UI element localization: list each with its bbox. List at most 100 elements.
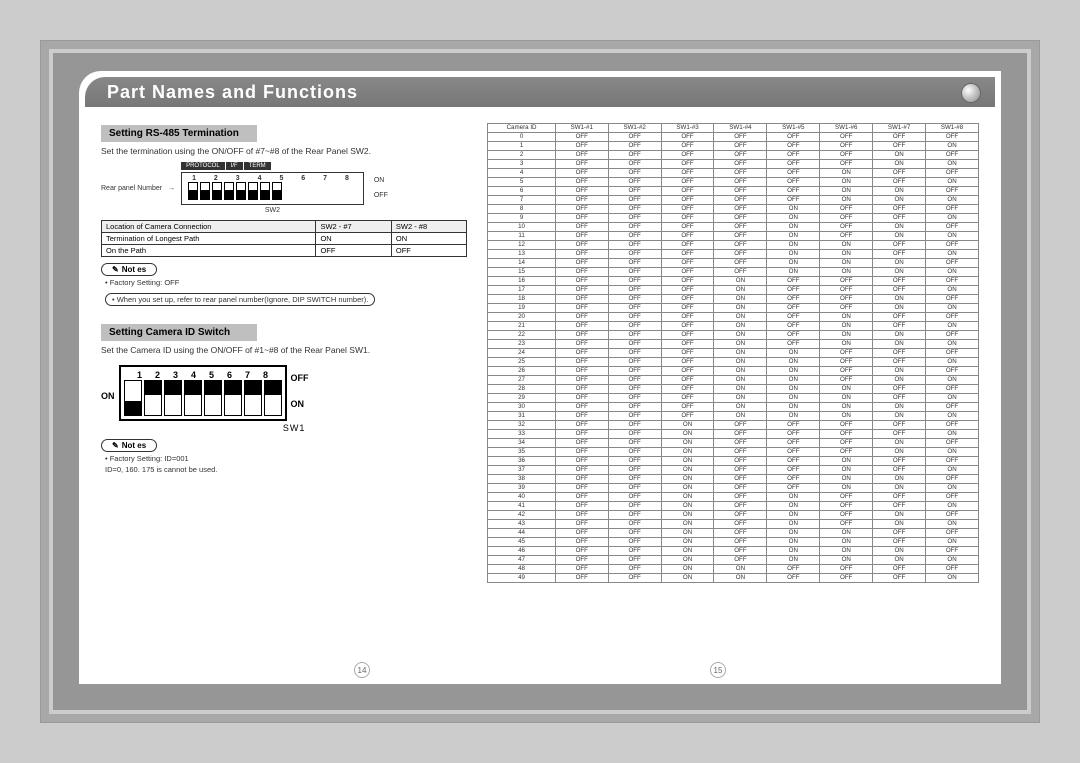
left-page: Setting RS-485 Termination Set the termi… <box>101 83 487 666</box>
dip-switch <box>204 380 222 416</box>
table-row: 30OFFOFFOFFONONONONOFF <box>488 403 979 412</box>
notes-label: Not es <box>101 263 157 276</box>
table-row: 40OFFOFFONOFFONOFFOFFOFF <box>488 493 979 502</box>
dip-switch <box>260 182 270 200</box>
on-label: ON <box>291 399 309 409</box>
table-row: 48OFFOFFONONOFFOFFOFFOFF <box>488 565 979 574</box>
on-label: ON <box>374 177 388 184</box>
sw1-onoff: OFF ON <box>291 373 309 409</box>
sw1-box: 12345678 <box>119 365 287 421</box>
on-label-left: ON <box>101 391 115 401</box>
table-row: 29OFFOFFOFFONONONOFFON <box>488 394 979 403</box>
dip-switch <box>200 182 210 200</box>
table-row: 27OFFOFFOFFONONOFFONON <box>488 376 979 385</box>
table-row: 21OFFOFFOFFONOFFONOFFON <box>488 322 979 331</box>
table-row: 32OFFOFFONOFFOFFOFFOFFOFF <box>488 421 979 430</box>
table-row: 49OFFOFFONONOFFOFFOFFON <box>488 574 979 583</box>
table-row: 13OFFOFFOFFOFFONONOFFON <box>488 250 979 259</box>
section-heading-camid: Setting Camera ID Switch <box>101 324 257 341</box>
camera-id-table: Camera IDSW1-#1SW1-#2SW1-#3SW1-#4SW1-#5S… <box>487 123 979 583</box>
table-row: 6OFFOFFOFFOFFOFFONONOFF <box>488 187 979 196</box>
sw2-switches <box>188 182 357 200</box>
table-row: 9OFFOFFOFFOFFONOFFOFFON <box>488 214 979 223</box>
dip-switch <box>144 380 162 416</box>
page-title: Part Names and Functions <box>85 77 995 107</box>
table-row: 39OFFOFFONOFFOFFONONON <box>488 484 979 493</box>
termination-table: Location of Camera Connection SW2 - #7 S… <box>101 220 467 257</box>
sw1-label: SW1 <box>121 423 467 433</box>
note-setup-hint: • When you set up, refer to rear panel n… <box>105 293 375 306</box>
dip-legend: PROTOCOL I/F TERM <box>181 162 364 170</box>
dip-switch <box>264 380 282 416</box>
table-row: On the PathOFFOFF <box>102 245 467 257</box>
dip-switch <box>188 182 198 200</box>
off-label: OFF <box>291 373 309 383</box>
table-row: 11OFFOFFOFFOFFONOFFONON <box>488 232 979 241</box>
table-row: 15OFFOFFOFFOFFONONONON <box>488 268 979 277</box>
note-factory-id: • Factory Setting: ID=001 <box>105 454 467 463</box>
table-row: 23OFFOFFOFFONOFFONONON <box>488 340 979 349</box>
table-row: 42OFFOFFONOFFONOFFONOFF <box>488 511 979 520</box>
page-num-right: 15 <box>710 662 726 678</box>
dip-switch <box>244 380 262 416</box>
dip-switch <box>212 182 222 200</box>
note-id-unusable: ID=0, 160. 175 is cannot be used. <box>105 465 467 474</box>
table-row: 2OFFOFFOFFOFFOFFOFFONOFF <box>488 151 979 160</box>
off-label: OFF <box>374 192 388 199</box>
table-row: 5OFFOFFOFFOFFOFFONOFFON <box>488 178 979 187</box>
table-row: Termination of Longest PathONON <box>102 233 467 245</box>
table-row: 47OFFOFFONOFFONONONON <box>488 556 979 565</box>
table-row: 20OFFOFFOFFONOFFONOFFOFF <box>488 313 979 322</box>
table-row: 18OFFOFFOFFONOFFOFFONOFF <box>488 295 979 304</box>
table-row: 24OFFOFFOFFONONOFFOFFOFF <box>488 349 979 358</box>
table-row: 44OFFOFFONOFFONONOFFOFF <box>488 529 979 538</box>
title-text: Part Names and Functions <box>107 82 358 103</box>
note-factory-off: • Factory Setting: OFF <box>105 278 467 287</box>
table-row: 3OFFOFFOFFOFFOFFOFFONON <box>488 160 979 169</box>
right-page: Camera IDSW1-#1SW1-#2SW1-#3SW1-#4SW1-#5S… <box>487 83 979 666</box>
legend-if: I/F <box>226 162 243 170</box>
arrow-icon: → <box>168 185 175 192</box>
sw2-label: SW2 <box>181 207 364 214</box>
table-row: 26OFFOFFOFFONONOFFONOFF <box>488 367 979 376</box>
table-row: 37OFFOFFONOFFOFFONOFFON <box>488 466 979 475</box>
sw1-numbers: 12345678 <box>132 370 274 380</box>
dip-switch <box>236 182 246 200</box>
sw1-switches <box>124 380 282 416</box>
table-row: 0OFFOFFOFFOFFOFFOFFOFFOFF <box>488 133 979 142</box>
dip-switch <box>248 182 258 200</box>
document-frame: Part Names and Functions Setting RS-485 … <box>40 40 1040 723</box>
table-row: 19OFFOFFOFFONOFFOFFONON <box>488 304 979 313</box>
page-numbers: 14 15 <box>79 662 1001 678</box>
table-row: 10OFFOFFOFFOFFONOFFONOFF <box>488 223 979 232</box>
sw2-numbers: 1 2 3 4 5 6 7 8 <box>188 175 357 182</box>
sw2-box: 1 2 3 4 5 6 7 8 <box>181 172 364 205</box>
th-sw2-8: SW2 - #8 <box>391 221 466 233</box>
table-row: 45OFFOFFONOFFONONOFFON <box>488 538 979 547</box>
table-row: 28OFFOFFOFFONONONOFFOFF <box>488 385 979 394</box>
table-row: 41OFFOFFONOFFONOFFOFFON <box>488 502 979 511</box>
dip-switch <box>124 380 142 416</box>
table-row: 31OFFOFFOFFONONONONON <box>488 412 979 421</box>
inner-frame: Part Names and Functions Setting RS-485 … <box>53 53 1027 710</box>
sw1-diagram: ON 12345678 OFF ON <box>101 361 467 421</box>
table-row: 38OFFOFFONOFFOFFONONOFF <box>488 475 979 484</box>
table-row: 16OFFOFFOFFONOFFOFFOFFOFF <box>488 277 979 286</box>
sw2-onoff: ON OFF <box>374 177 388 199</box>
page-num-left: 14 <box>354 662 370 678</box>
table-row: 4OFFOFFOFFOFFOFFONOFFOFF <box>488 169 979 178</box>
table-row: 25OFFOFFOFFONONOFFOFFON <box>488 358 979 367</box>
legend-protocol: PROTOCOL <box>181 162 225 170</box>
section-desc-rs485: Set the termination using the ON/OFF of … <box>101 146 467 156</box>
dip-switch <box>224 182 234 200</box>
table-row: 43OFFOFFONOFFONOFFONON <box>488 520 979 529</box>
page-spread: Part Names and Functions Setting RS-485 … <box>79 71 1001 684</box>
table-row: 33OFFOFFONOFFOFFOFFOFFON <box>488 430 979 439</box>
table-row: 17OFFOFFOFFONOFFOFFOFFON <box>488 286 979 295</box>
section-desc-camid: Set the Camera ID using the ON/OFF of #1… <box>101 345 467 355</box>
dip-switch <box>184 380 202 416</box>
table-row: 8OFFOFFOFFOFFONOFFOFFOFF <box>488 205 979 214</box>
table-row: 1OFFOFFOFFOFFOFFOFFOFFON <box>488 142 979 151</box>
table-row: 34OFFOFFONOFFOFFOFFONOFF <box>488 439 979 448</box>
table-row: 46OFFOFFONOFFONONONOFF <box>488 547 979 556</box>
